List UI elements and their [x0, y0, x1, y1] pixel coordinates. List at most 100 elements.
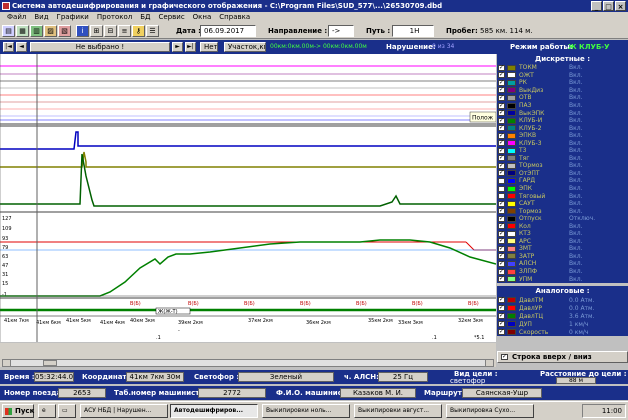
discrete-checkbox[interactable]: ✓	[498, 170, 505, 177]
prev-button[interactable]: ◄	[16, 42, 27, 52]
discrete-checkbox[interactable]: ✓	[498, 102, 505, 109]
discrete-row[interactable]: ✓ КЛУБ-И Вкл.	[497, 116, 628, 125]
discrete-checkbox[interactable]: ✓	[498, 132, 505, 139]
discrete-row[interactable]: ✓ ТОрмоз Вкл.	[497, 162, 628, 170]
discrete-checkbox[interactable]: ✓	[498, 223, 505, 230]
discrete-checkbox[interactable]: ✓	[498, 276, 505, 283]
zoom-icon[interactable]: ⊞	[90, 25, 103, 37]
discrete-row[interactable]: ✓ ЗМТ Вкл.	[497, 245, 628, 253]
discrete-checkbox[interactable]: ✓	[498, 79, 505, 86]
task-extracts-zero[interactable]: Выкипировки ноль...	[262, 404, 350, 418]
chart-svg[interactable]: Полож 127 109 93 79 63 47 31 15 -1 В(Б) …	[0, 54, 497, 342]
analog-checkbox[interactable]: ✓	[498, 313, 505, 319]
scroll-left-arrow[interactable]	[3, 360, 11, 366]
discrete-checkbox[interactable]	[498, 177, 505, 184]
discrete-checkbox[interactable]	[498, 185, 505, 192]
discrete-row[interactable]: ✓ ОЖТ Вкл.	[497, 71, 628, 80]
discrete-row[interactable]: ✓ КЛУБ-3 Вкл.	[497, 139, 628, 148]
discrete-row[interactable]: ✓ АЛСН Вкл.	[497, 260, 628, 268]
start-button[interactable]: Пуск	[2, 404, 34, 418]
analog-checkbox[interactable]: ✓	[498, 329, 505, 335]
discrete-checkbox[interactable]	[498, 193, 505, 200]
scroll-thumb[interactable]	[43, 360, 57, 366]
discrete-row[interactable]: ✓ ВыкЭПК Вкл.	[497, 109, 628, 117]
discrete-row[interactable]: ✓ ОтЭПТ Вкл.	[497, 169, 628, 178]
discrete-checkbox[interactable]: ✓	[498, 147, 505, 154]
analog-row[interactable]: ✓ Скорость 0 км/ч	[497, 328, 628, 336]
analog-row[interactable]: ✓ ДУП 1 км/ч	[497, 320, 628, 328]
discrete-row[interactable]: ✓ Тяг Вкл.	[497, 154, 628, 163]
discrete-row[interactable]: ✓ АРС Вкл.	[497, 237, 628, 246]
discrete-row[interactable]: ✓ ОТВ Вкл.	[497, 94, 628, 102]
discrete-row[interactable]: ✓ РК Вкл.	[497, 79, 628, 87]
info-icon[interactable]: i	[76, 25, 89, 37]
menu-db[interactable]: БД	[136, 12, 154, 23]
discrete-row[interactable]: ЭПК Вкл.	[497, 184, 628, 193]
last-button[interactable]: ►|	[185, 42, 196, 52]
next-button[interactable]: ►	[172, 42, 183, 52]
discrete-checkbox[interactable]: ✓	[498, 110, 505, 117]
discrete-checkbox[interactable]: ✓	[498, 230, 505, 237]
quicklaunch-ie-icon[interactable]: e	[38, 404, 56, 418]
print-icon[interactable]: ▧	[58, 25, 71, 37]
discrete-checkbox[interactable]: ✓	[498, 64, 505, 71]
discrete-checkbox[interactable]: ✓	[498, 117, 505, 124]
discrete-checkbox[interactable]: ✓	[498, 72, 505, 79]
discrete-row[interactable]: ✓ Отпуск Отключ.	[497, 214, 628, 223]
discrete-row[interactable]: ✓ Тормоз Вкл.	[497, 207, 628, 215]
discrete-checkbox[interactable]: ✓	[498, 155, 505, 162]
discrete-list[interactable]: ✓ ТОКМ Вкл. ✓ ОЖТ Вкл. ✓ РК Вкл. ✓ ВыкДиз Вкл. ✓ ОТВ В…	[497, 64, 628, 288]
discrete-row[interactable]: ✓ УПМ Вкл.	[497, 275, 628, 283]
menu-file[interactable]: Файл	[3, 12, 30, 23]
quicklaunch-desktop-icon[interactable]: ▭	[58, 404, 76, 418]
minimize-button[interactable]: _	[591, 1, 602, 11]
row-up-down-button[interactable]: ✓ Строка вверх / вниз	[497, 351, 628, 363]
discrete-row[interactable]: Тяговый Вкл.	[497, 192, 628, 200]
discrete-checkbox[interactable]: ✓	[498, 253, 505, 260]
horizontal-scrollbar[interactable]	[2, 359, 494, 367]
task-extract-sukho[interactable]: Выкипировка Сухо...	[446, 404, 534, 418]
grid-icon[interactable]: ⊟	[104, 25, 117, 37]
discrete-checkbox[interactable]: ✓	[498, 208, 505, 215]
discrete-checkbox[interactable]: ✓	[498, 94, 505, 101]
discrete-row[interactable]: ✓ Т3 Вкл.	[497, 147, 628, 155]
section-button[interactable]: Участок,км	[224, 42, 266, 52]
close-button[interactable]: ×	[615, 1, 626, 11]
date-field[interactable]: 06.09.2017	[200, 25, 256, 37]
discrete-checkbox[interactable]: ✓	[498, 268, 505, 275]
analog-list[interactable]: ✓ ДавлТМ 0.0 Атм. ✓ ДавлУР 0.0 Атм. ✓ ДавлТЦ 3.6…	[497, 296, 628, 344]
no-button[interactable]: Нет	[200, 42, 218, 52]
table-icon[interactable]: ▨	[44, 25, 57, 37]
discrete-row[interactable]: ✓ ВыкДиз Вкл.	[497, 86, 628, 95]
discrete-row[interactable]: ✓ ЗЛПФ Вкл.	[497, 267, 628, 276]
discrete-row[interactable]: ✓ КЛУБ-2 Вкл.	[497, 124, 628, 132]
discrete-row[interactable]: ✓ ПАЗ Вкл.	[497, 101, 628, 110]
menu-windows[interactable]: Окна	[189, 12, 216, 23]
discrete-row[interactable]: ✓ Кол Вкл.	[497, 222, 628, 231]
menu-protocol[interactable]: Протокол	[93, 12, 136, 23]
discrete-checkbox[interactable]: ✓	[498, 260, 505, 267]
violation-selector[interactable]: Не выбрано !	[30, 42, 170, 52]
discrete-row[interactable]: ✓ ТОКМ Вкл.	[497, 64, 628, 72]
analog-row[interactable]: ✓ ДавлУР 0.0 Атм.	[497, 304, 628, 312]
scroll-right-arrow[interactable]	[485, 360, 493, 366]
discrete-checkbox[interactable]: ✓	[498, 140, 505, 147]
direction-field[interactable]: ->	[328, 25, 354, 37]
first-button[interactable]: |◄	[3, 42, 14, 52]
task-extracts-august[interactable]: Выкипировки август...	[354, 404, 442, 418]
analog-row[interactable]: ✓ ДавлТМ 0.0 Атм.	[497, 296, 628, 304]
chart-icon[interactable]: ▥	[30, 25, 43, 37]
menu-charts[interactable]: Графики	[53, 12, 93, 23]
analog-checkbox[interactable]: ✓	[498, 305, 505, 311]
row-up-down-checkbox[interactable]: ✓	[501, 354, 508, 360]
task-autodecoder[interactable]: Автодешифриров...	[170, 404, 258, 418]
discrete-checkbox[interactable]: ✓	[498, 245, 505, 252]
menu-service[interactable]: Сервис	[155, 12, 189, 23]
discrete-checkbox[interactable]: ✓	[498, 125, 505, 132]
discrete-row[interactable]: ГАРД Вкл.	[497, 177, 628, 185]
open-icon[interactable]: ▤	[2, 25, 15, 37]
list-icon[interactable]: ≡	[118, 25, 131, 37]
discrete-checkbox[interactable]: ✓	[498, 200, 505, 207]
analog-row[interactable]: ✓ ДавлТЦ 3.6 Атм.	[497, 312, 628, 320]
discrete-row[interactable]: ✓ ЗАТР Вкл.	[497, 252, 628, 261]
